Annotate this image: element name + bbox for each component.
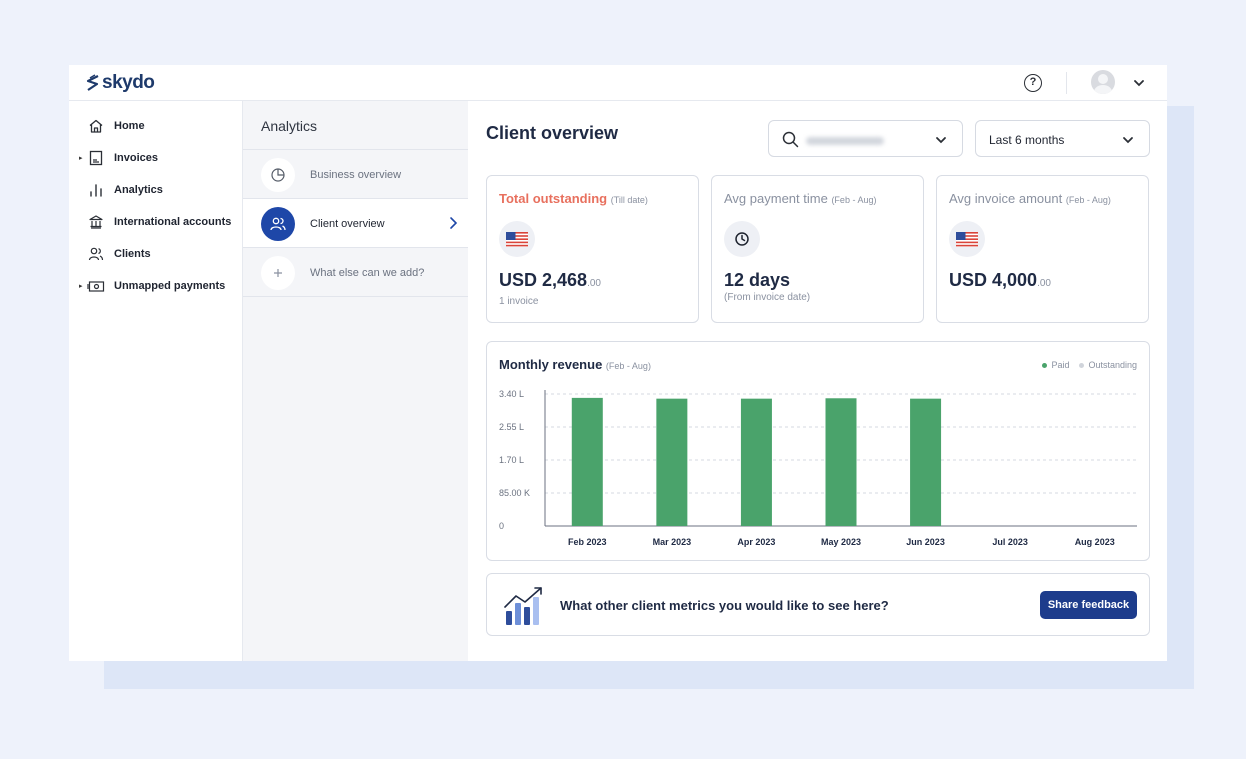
legend-item-outstanding: Outstanding (1079, 360, 1137, 370)
sidebar-item-label: International accounts (114, 216, 232, 228)
clock-icon (735, 232, 749, 246)
money-icon (87, 277, 105, 295)
monthly-revenue-chart: 0 85.00 K 1.70 L 2.55 L 3.40 L Feb 2023 Mar 20… (486, 341, 1150, 561)
search-icon (782, 131, 799, 148)
us-flag-icon (506, 231, 528, 247)
pie-chart-icon (271, 168, 285, 182)
analytics-item-business-overview[interactable]: Business overview (243, 150, 468, 198)
client-search-select[interactable] (768, 120, 963, 157)
brand-name: skydo (102, 72, 155, 93)
chart-legend: Paid Outstanding (1042, 360, 1137, 370)
sidebar-item-label: Home (114, 120, 145, 132)
stat-value: USD 2,468.00 (499, 270, 601, 290)
topbar-divider (1066, 72, 1067, 94)
analytics-item-client-overview[interactable]: Client overview (243, 199, 468, 247)
y-tick-label: 2.55 L (499, 422, 524, 432)
clients-icon (87, 245, 105, 263)
analytics-item-label: Client overview (310, 218, 385, 230)
x-tick-label: Feb 2023 (568, 537, 607, 547)
analytics-panel-title: Analytics (261, 118, 318, 134)
period-select[interactable]: Last 6 months (975, 120, 1150, 157)
x-tick-label: Aug 2023 (1075, 537, 1115, 547)
bar-paid (740, 398, 772, 526)
analytics-item-label: Business overview (310, 169, 402, 181)
chart-title: Monthly revenue (Feb - Aug) (499, 357, 651, 372)
analytics-item-add-suggestion[interactable]: What else can we add? (243, 248, 468, 296)
chevron-down-icon[interactable] (1132, 76, 1146, 90)
stat-title: Avg invoice amount (Feb - Aug) (949, 191, 1111, 206)
y-tick-label: 1.70 L (499, 455, 524, 465)
redacted-client-name (806, 137, 884, 145)
period-select-value: Last 6 months (989, 133, 1065, 147)
brand-logo[interactable]: skydo (86, 72, 155, 94)
sidebar-item-label: Clients (114, 248, 151, 260)
top-bar: skydo ? (69, 65, 1167, 101)
bank-icon (87, 213, 105, 231)
analytics-item-label: What else can we add? (310, 267, 425, 279)
help-icon[interactable]: ? (1024, 74, 1042, 92)
x-tick-label: Jul 2023 (992, 537, 1028, 547)
main-content: Client overview Last 6 months Total outs… (468, 101, 1167, 661)
x-tick-label: Apr 2023 (737, 537, 775, 547)
chevron-down-icon (936, 137, 946, 144)
growth-chart-icon (504, 587, 542, 625)
chevron-right-icon (450, 217, 458, 229)
stat-value: USD 4,000.00 (949, 270, 1051, 290)
avatar[interactable] (1091, 70, 1115, 94)
stat-title: Avg payment time (Feb - Aug) (724, 191, 877, 206)
stat-title: Total outstanding (Till date) (499, 191, 648, 206)
stat-value: 12 days (724, 270, 791, 290)
analytics-icon (87, 181, 105, 199)
bar-paid (656, 398, 688, 526)
share-feedback-button[interactable]: Share feedback (1040, 591, 1137, 619)
sidebar-item-home[interactable]: Home (69, 114, 243, 138)
sidebar-item-unmapped-payments[interactable]: ▸ Unmapped payments (69, 274, 243, 298)
chart-canvas: 0 85.00 K 1.70 L 2.55 L 3.40 L Feb 2023 Mar 20… (499, 389, 1137, 547)
app-window: skydo ? Home ▸ Invoices Analytics Intern… (69, 65, 1167, 661)
stat-note: (From invoice date) (724, 292, 811, 303)
sidebar-item-label: Invoices (114, 152, 159, 164)
feedback-banner: What other client metrics you would like… (486, 573, 1150, 636)
caret-right-icon: ▸ (79, 155, 83, 162)
stat-card-avg-payment-time: Avg payment time (Feb - Aug) 12 days (Fr… (711, 175, 924, 323)
y-tick-label: 0 (499, 521, 504, 531)
y-tick-label: 3.40 L (499, 389, 524, 399)
legend-item-paid: Paid (1042, 360, 1069, 370)
page-title: Client overview (486, 123, 619, 143)
stat-card-avg-invoice-amount: Avg invoice amount (Feb - Aug) USD 4,000… (936, 175, 1149, 323)
sidebar-item-analytics[interactable]: Analytics (69, 178, 243, 202)
invoice-icon (87, 149, 105, 167)
skydo-logo-icon (86, 74, 99, 91)
bar-paid (825, 398, 857, 526)
analytics-panel: Analytics Business overview Client overv… (243, 101, 468, 661)
caret-right-icon: ▸ (79, 283, 83, 290)
sidebar-item-label: Unmapped payments (114, 280, 226, 292)
stat-note: 1 invoice (499, 296, 539, 307)
x-tick-label: Jun 2023 (906, 537, 945, 547)
x-tick-label: Mar 2023 (653, 537, 692, 547)
x-tick-label: May 2023 (821, 537, 861, 547)
stat-card-total-outstanding: Total outstanding (Till date) USD 2,468.… (486, 175, 699, 323)
sidebar-item-clients[interactable]: Clients (69, 242, 243, 266)
chevron-down-icon (1123, 137, 1133, 144)
feedback-text: What other client metrics you would like… (560, 598, 889, 613)
sidebar-item-invoices[interactable]: ▸ Invoices (69, 146, 243, 170)
bar-paid (910, 398, 942, 526)
bar-paid (571, 397, 603, 526)
plus-icon (274, 269, 282, 277)
users-icon (270, 217, 286, 231)
us-flag-icon (956, 231, 978, 247)
y-tick-label: 85.00 K (499, 488, 530, 498)
sidebar-item-international-accounts[interactable]: International accounts (69, 210, 243, 234)
home-icon (87, 117, 105, 135)
sidebar: Home ▸ Invoices Analytics International … (69, 101, 243, 661)
sidebar-item-label: Analytics (114, 184, 163, 196)
